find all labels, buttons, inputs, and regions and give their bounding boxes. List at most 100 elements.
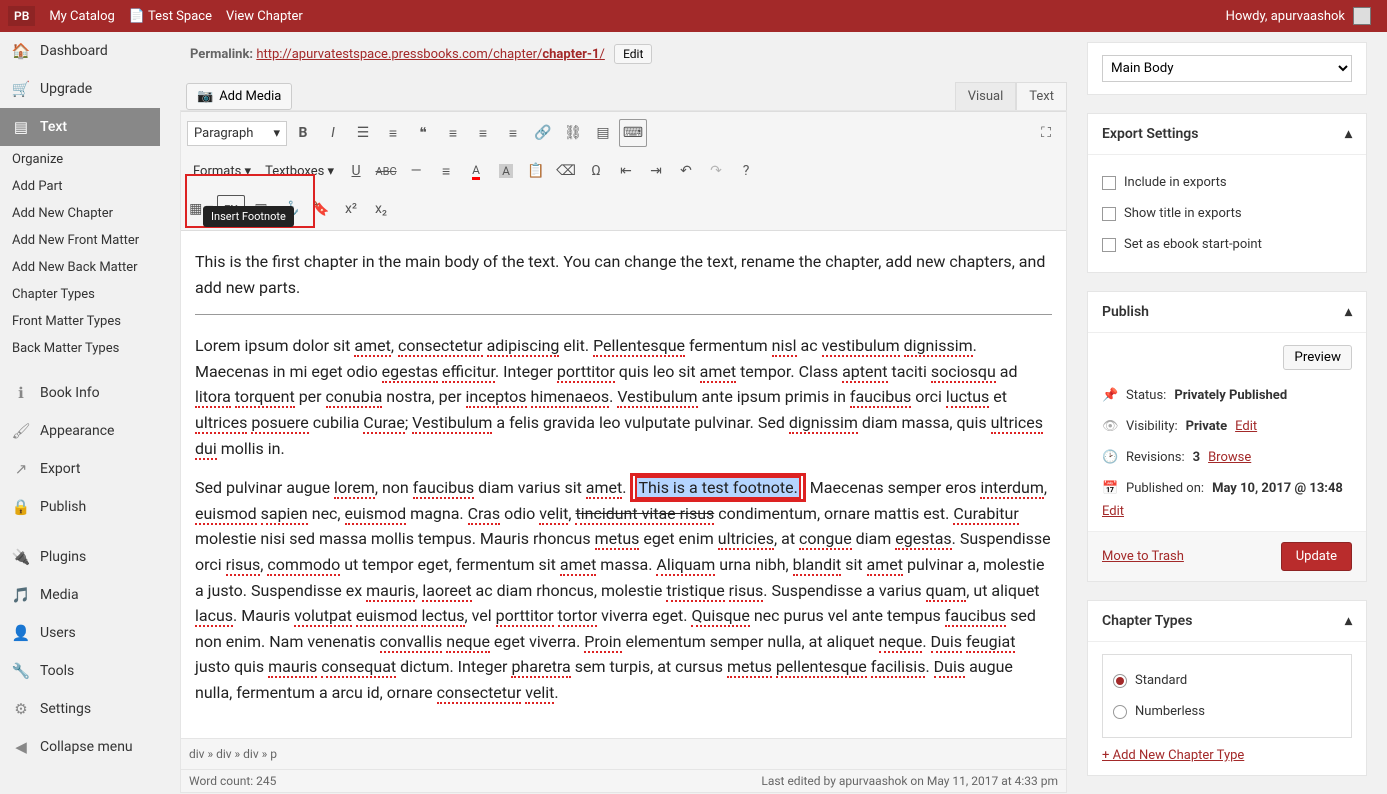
camera-icon: 📷 <box>197 89 213 104</box>
unlink-button[interactable]: ⛓ <box>559 119 587 147</box>
toggle-icon[interactable]: ▴ <box>1345 613 1352 629</box>
bold-button[interactable]: B <box>289 119 317 147</box>
redo-button[interactable]: ↷ <box>702 157 730 185</box>
num-list-button[interactable]: ≡ <box>379 119 407 147</box>
sidebar-front-types[interactable]: Front Matter Types <box>0 308 160 335</box>
paragraph-3: Sed pulvinar augue lorem, non faucibus d… <box>195 475 1052 705</box>
sidebar-publish[interactable]: 🔒Publish <box>0 488 160 526</box>
sidebar-collapse[interactable]: ◀Collapse menu <box>0 728 160 766</box>
view-chapter-link[interactable]: View Chapter <box>226 9 303 24</box>
add-chapter-type-link[interactable]: + Add New Chapter Type <box>1102 748 1244 763</box>
export-title: Export Settings <box>1102 126 1198 142</box>
include-exports-checkbox[interactable] <box>1102 176 1116 190</box>
template-select[interactable]: Main Body <box>1102 55 1352 82</box>
hr-button[interactable]: — <box>402 157 430 185</box>
underline-button[interactable]: U <box>342 157 370 185</box>
sidebar-export[interactable]: ↗Export <box>0 450 160 488</box>
chapter-types-metabox: Chapter Types▴ Standard Numberless + Add… <box>1087 600 1367 776</box>
sidebar-chapter-types[interactable]: Chapter Types <box>0 281 160 308</box>
clear-format-button[interactable]: ⌫ <box>552 157 580 185</box>
standard-radio[interactable] <box>1113 674 1127 688</box>
quote-button[interactable]: ❝ <box>409 119 437 147</box>
sidebar-tools[interactable]: 🔧Tools <box>0 652 160 690</box>
sidebar-users[interactable]: 👤Users <box>0 614 160 652</box>
visibility-edit-link[interactable]: Edit <box>1235 419 1257 434</box>
numberless-radio[interactable] <box>1113 705 1127 719</box>
textboxes-menu[interactable]: Textboxes ▾ <box>259 160 340 183</box>
footnote-tooltip: Insert Footnote <box>203 206 294 227</box>
subscript-button[interactable]: x₂ <box>367 195 395 223</box>
permalink-edit-button[interactable]: Edit <box>614 44 652 64</box>
sidebar-book-info[interactable]: ℹBook Info <box>0 374 160 412</box>
publish-title: Publish <box>1102 304 1149 320</box>
last-edited: Last edited by apurvaashok on May 11, 20… <box>761 774 1058 788</box>
sidebar-text[interactable]: ▤Text <box>0 108 160 146</box>
paste-button[interactable]: 📋 <box>522 157 550 185</box>
sidebar-add-chapter[interactable]: Add New Chapter <box>0 200 160 227</box>
more-button[interactable]: ▤ <box>589 119 617 147</box>
sidebar-settings[interactable]: ⚙Settings <box>0 690 160 728</box>
text-color-button[interactable]: A <box>462 157 490 185</box>
sidebar-organize[interactable]: Organize <box>0 146 160 173</box>
browse-revisions-link[interactable]: Browse <box>1208 450 1251 465</box>
toolbar-toggle-button[interactable]: ⌨ <box>619 119 647 147</box>
test-space-link[interactable]: 📄 Test Space <box>129 9 212 24</box>
sidebar-dashboard[interactable]: 🏠Dashboard <box>0 32 160 70</box>
preview-button[interactable]: Preview <box>1283 345 1352 370</box>
italic-button[interactable]: I <box>319 119 347 147</box>
publish-metabox: Publish▴ Preview 📌Status: Privately Publ… <box>1087 291 1367 582</box>
link-button[interactable]: 🔗 <box>529 119 557 147</box>
editor-content[interactable]: This is the first chapter in the main bo… <box>181 231 1066 738</box>
sidebar-add-front[interactable]: Add New Front Matter <box>0 227 160 254</box>
show-title-checkbox[interactable] <box>1102 207 1116 221</box>
export-icon: ↗ <box>12 460 30 478</box>
bg-color-button[interactable]: A <box>492 157 520 185</box>
bullet-list-button[interactable]: ☰ <box>349 119 377 147</box>
pb-logo[interactable]: PB <box>8 6 35 26</box>
sidebar-media[interactable]: 🎵Media <box>0 576 160 614</box>
sidebar-upgrade[interactable]: 🛒Upgrade <box>0 70 160 108</box>
align-left-button[interactable]: ≡ <box>439 119 467 147</box>
brush-icon: 🖌 <box>12 422 30 440</box>
add-media-button[interactable]: 📷Add Media <box>186 83 292 110</box>
tab-text[interactable]: Text <box>1016 82 1067 110</box>
sidebar-add-back[interactable]: Add New Back Matter <box>0 254 160 281</box>
update-button[interactable]: Update <box>1281 542 1352 571</box>
format-select[interactable]: Paragraph▾ <box>187 121 287 146</box>
move-to-trash-link[interactable]: Move to Trash <box>1102 549 1184 564</box>
sidebar-plugins[interactable]: 🔌Plugins <box>0 538 160 576</box>
revisions-icon: 🕑 <box>1102 450 1118 465</box>
chevron-down-icon: ▾ <box>273 126 280 141</box>
outdent-button[interactable]: ⇤ <box>612 157 640 185</box>
bookmark-button[interactable]: 🔖 <box>307 195 335 223</box>
avatar[interactable] <box>1353 7 1371 25</box>
editor-toolbar: Paragraph▾ B I ☰ ≡ ❝ ≡ ≡ ≡ 🔗 ⛓ ▤ ⌨ ⛶ <box>181 111 1066 231</box>
indent-button[interactable]: ⇥ <box>642 157 670 185</box>
tab-visual[interactable]: Visual <box>955 82 1017 110</box>
superscript-button[interactable]: x² <box>337 195 365 223</box>
user-icon: 👤 <box>12 624 30 642</box>
align-right-button[interactable]: ≡ <box>499 119 527 147</box>
collapse-icon: ◀ <box>12 738 30 756</box>
fullscreen-button[interactable]: ⛶ <box>1032 119 1060 147</box>
toggle-icon[interactable]: ▴ <box>1345 304 1352 320</box>
sidebar-back-types[interactable]: Back Matter Types <box>0 335 160 362</box>
paragraph-1: This is the first chapter in the main bo… <box>195 249 1052 300</box>
howdy-link[interactable]: Howdy, apurvaashok <box>1226 9 1345 24</box>
special-char-button[interactable]: Ω <box>582 157 610 185</box>
plug-icon: 🔌 <box>12 548 30 566</box>
toggle-icon[interactable]: ▴ <box>1345 126 1352 142</box>
help-button[interactable]: ? <box>732 157 760 185</box>
sidebar-add-part[interactable]: Add Part <box>0 173 160 200</box>
sidebar-appearance[interactable]: 🖌Appearance <box>0 412 160 450</box>
my-catalog-link[interactable]: My Catalog <box>49 9 114 24</box>
align-justify-button[interactable]: ≡ <box>432 157 460 185</box>
ebook-start-checkbox[interactable] <box>1102 238 1116 252</box>
strike-button[interactable]: ABC <box>372 157 400 185</box>
undo-button[interactable]: ↶ <box>672 157 700 185</box>
permalink-url[interactable]: http://apurvatestspace.pressbooks.com/ch… <box>256 47 605 62</box>
align-center-button[interactable]: ≡ <box>469 119 497 147</box>
publish-date-edit-link[interactable]: Edit <box>1102 504 1124 519</box>
formats-menu[interactable]: Formats ▾ <box>187 160 257 183</box>
export-settings-metabox: Export Settings▴ Include in exports Show… <box>1087 113 1367 273</box>
